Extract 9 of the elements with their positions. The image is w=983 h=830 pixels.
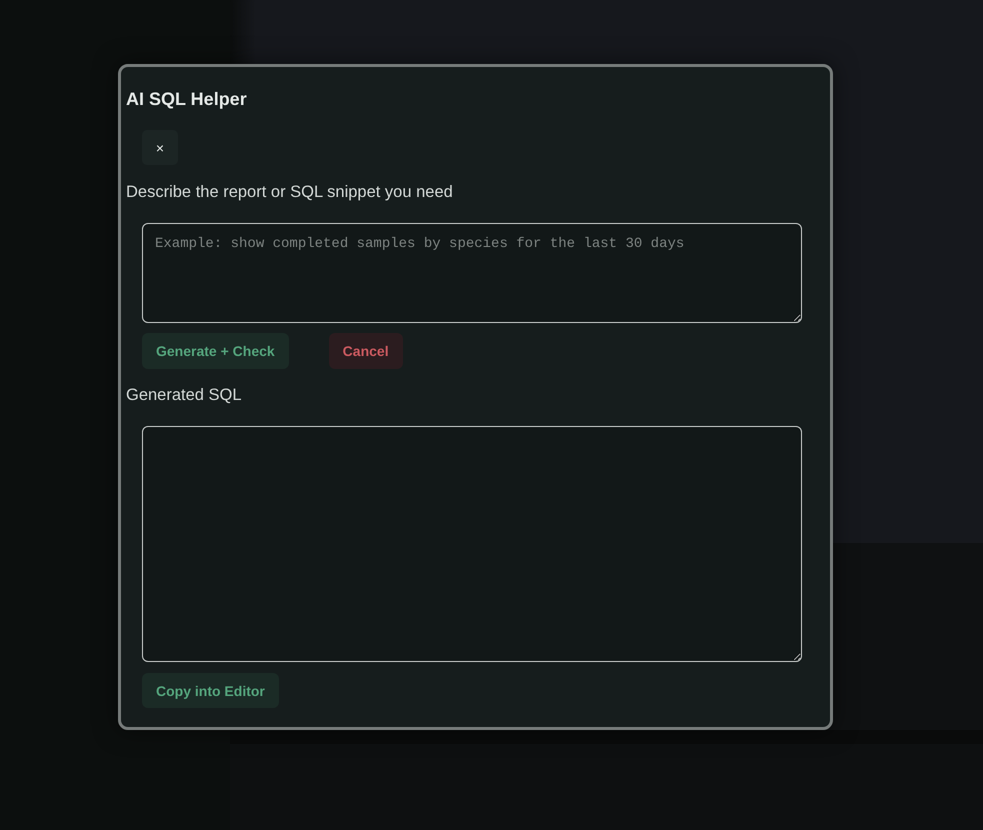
close-button[interactable]: × bbox=[142, 130, 178, 165]
prompt-field[interactable]: Example: show completed samples by species for the last 30 days bbox=[142, 223, 802, 323]
dialog-title: AI SQL Helper bbox=[126, 88, 247, 110]
generate-button[interactable]: Generate + Check bbox=[142, 333, 289, 369]
sql-output-field[interactable] bbox=[142, 426, 802, 662]
output-label: Generated SQL bbox=[126, 385, 242, 405]
copy-button[interactable]: Copy into Editor bbox=[142, 673, 279, 708]
prompt-label: Describe the report or SQL snippet you need bbox=[126, 182, 453, 202]
cancel-button[interactable]: Cancel bbox=[328, 333, 403, 369]
